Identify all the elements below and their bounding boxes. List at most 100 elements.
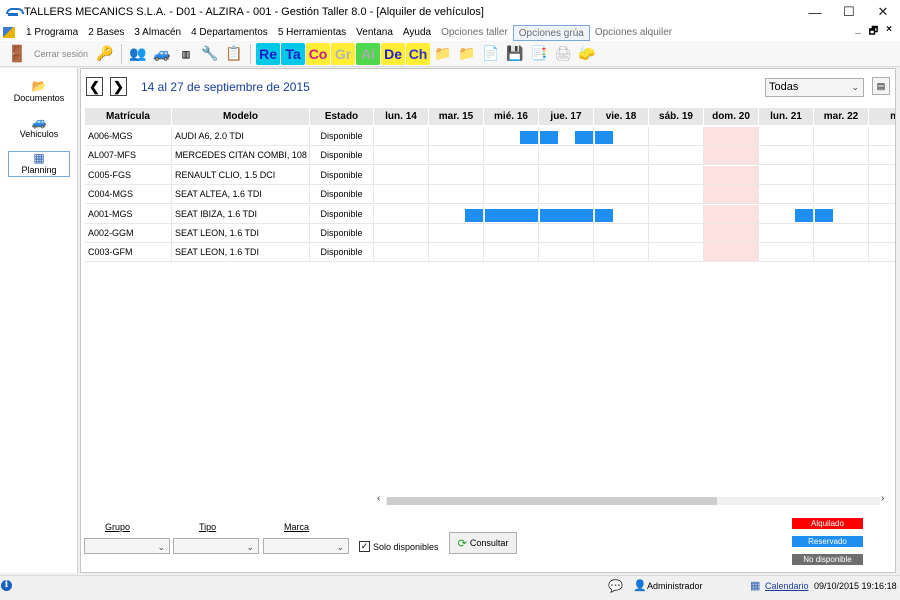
- cell-estado[interactable]: Disponible: [310, 224, 374, 243]
- day-header[interactable]: dom. 20: [704, 108, 759, 125]
- eraser-icon[interactable]: 🧽: [576, 43, 598, 65]
- day-cell[interactable]: [869, 146, 895, 166]
- vehicle-row[interactable]: C003-GFM SEAT LEON, 1.6 TDI Disponible: [85, 243, 895, 263]
- new-document-icon[interactable]: 📄: [480, 43, 502, 65]
- day-cell[interactable]: [869, 166, 895, 185]
- save-icon[interactable]: 💾: [504, 43, 526, 65]
- reservation-block[interactable]: [520, 131, 538, 144]
- day-header[interactable]: sáb. 19: [649, 108, 704, 125]
- sidebar-item-planning[interactable]: ▦ Planning: [8, 151, 70, 177]
- day-cell[interactable]: [374, 204, 429, 224]
- marca-select[interactable]: ⌄: [263, 538, 349, 554]
- menu-bases[interactable]: 2 Bases: [83, 25, 129, 41]
- day-cell[interactable]: [539, 165, 594, 185]
- reservation-block[interactable]: [795, 208, 813, 222]
- day-cell[interactable]: [869, 185, 895, 205]
- day-cell[interactable]: [759, 243, 814, 263]
- module-gr-button[interactable]: Gr: [331, 42, 356, 65]
- horizontal-scrollbar[interactable]: ‹ ›: [375, 493, 891, 507]
- reservation-block[interactable]: [540, 131, 558, 144]
- menu-ayuda[interactable]: Ayuda: [398, 25, 436, 41]
- vehicle-row[interactable]: AL007-MFS MERCEDES CITAN COMBI, 108 Cdi Di…: [85, 146, 895, 166]
- vehicle-row[interactable]: A002-GGM SEAT LEON, 1.6 TDI Disponible: [85, 224, 895, 243]
- scroll-right-arrow[interactable]: ›: [881, 493, 884, 504]
- clipboard-icon[interactable]: 📋: [223, 43, 245, 65]
- day-cell[interactable]: [484, 185, 539, 205]
- module-re-button[interactable]: Re: [256, 42, 281, 65]
- reservation-block[interactable]: [595, 208, 613, 222]
- cell-estado[interactable]: Disponible: [310, 204, 374, 224]
- day-cell[interactable]: [759, 185, 814, 205]
- minimize-button[interactable]: —: [798, 0, 832, 24]
- cell-modelo[interactable]: SEAT ALTEA, 1.6 TDI: [172, 185, 310, 205]
- vehicle-filter-select[interactable]: Todas ⌄: [765, 78, 864, 97]
- sidebar-item-vehiculos[interactable]: 🚙 Vehiculos: [8, 116, 70, 139]
- column-header-estado[interactable]: Estado: [310, 108, 374, 125]
- day-cell[interactable]: [759, 165, 814, 185]
- key-icon[interactable]: 🔑: [94, 43, 116, 65]
- close-button[interactable]: ✕: [866, 0, 900, 24]
- vehicle-row[interactable]: C004-MGS SEAT ALTEA, 1.6 TDI Disponible: [85, 185, 895, 205]
- vehicle-icon[interactable]: 🚙: [151, 43, 173, 65]
- day-cell[interactable]: [704, 146, 759, 166]
- day-cell[interactable]: [429, 127, 484, 146]
- tipo-select[interactable]: ⌄: [173, 538, 259, 554]
- solo-disponibles-checkbox[interactable]: ✓: [359, 541, 370, 552]
- day-header[interactable]: mi: [869, 108, 895, 125]
- column-header-modelo[interactable]: Modelo: [172, 108, 310, 125]
- vehicle-row[interactable]: A001-MGS SEAT IBIZA, 1.6 TDI Disponible: [85, 204, 895, 224]
- day-cell[interactable]: [649, 127, 704, 146]
- column-header-matricula[interactable]: Matrícula: [85, 108, 172, 125]
- logout-door-icon[interactable]: 🚪: [6, 43, 28, 65]
- reservation-block[interactable]: [465, 208, 483, 222]
- day-cell[interactable]: [594, 224, 649, 243]
- day-cell[interactable]: [374, 165, 429, 185]
- day-cell[interactable]: [704, 165, 759, 185]
- day-cell[interactable]: [814, 224, 869, 243]
- scroll-left-arrow[interactable]: ‹: [377, 493, 380, 504]
- cell-modelo[interactable]: RENAULT CLIO, 1.5 DCI: [172, 165, 310, 185]
- day-header[interactable]: jue. 17: [539, 108, 594, 125]
- day-header[interactable]: mar. 22: [814, 108, 869, 125]
- day-cell[interactable]: [869, 243, 895, 263]
- chat-icon[interactable]: 💬: [608, 579, 623, 593]
- cell-matricula[interactable]: C004-MGS: [85, 185, 172, 205]
- folder-g-icon[interactable]: 📁: [456, 43, 478, 65]
- day-cell[interactable]: [484, 243, 539, 263]
- day-cell[interactable]: [759, 127, 814, 146]
- cell-matricula[interactable]: A006-MGS: [85, 127, 172, 146]
- day-cell[interactable]: [869, 127, 895, 146]
- menu-opciones-grua[interactable]: Opciones grúa: [512, 24, 590, 41]
- day-cell[interactable]: [704, 185, 759, 205]
- info-icon[interactable]: i: [1, 580, 12, 591]
- day-cell[interactable]: [814, 165, 869, 185]
- maximize-button[interactable]: ☐: [832, 0, 866, 24]
- day-cell[interactable]: [484, 224, 539, 243]
- menu-programa[interactable]: 1 Programa: [21, 25, 83, 41]
- day-cell[interactable]: [594, 165, 649, 185]
- day-header[interactable]: mar. 15: [429, 108, 484, 125]
- day-cell[interactable]: [869, 224, 895, 243]
- day-cell[interactable]: [814, 243, 869, 263]
- cell-matricula[interactable]: C005-FGS: [85, 165, 172, 185]
- day-cell[interactable]: [484, 146, 539, 166]
- cell-estado[interactable]: Disponible: [310, 243, 374, 263]
- day-header[interactable]: vie. 18: [594, 108, 649, 125]
- menu-herramientas[interactable]: 5 Herramientas: [273, 25, 351, 41]
- folder-c-icon[interactable]: 📁: [432, 43, 454, 65]
- day-cell[interactable]: [649, 185, 704, 205]
- reservation-block[interactable]: [815, 208, 833, 222]
- day-cell[interactable]: [594, 185, 649, 205]
- cell-matricula[interactable]: A002-GGM: [85, 224, 172, 243]
- day-cell[interactable]: [869, 205, 895, 224]
- day-cell[interactable]: [814, 127, 869, 146]
- mdi-restore-button[interactable]: 🗗: [869, 24, 878, 41]
- mdi-close-button[interactable]: ×: [886, 24, 892, 41]
- cell-matricula[interactable]: C003-GFM: [85, 243, 172, 263]
- day-cell[interactable]: [484, 165, 539, 185]
- sidebar-item-documentos[interactable]: 📂 Documentos: [8, 80, 70, 103]
- clients-icon[interactable]: 👥: [127, 43, 149, 65]
- day-cell[interactable]: [704, 243, 759, 263]
- day-header[interactable]: lun. 21: [759, 108, 814, 125]
- day-cell[interactable]: [374, 185, 429, 205]
